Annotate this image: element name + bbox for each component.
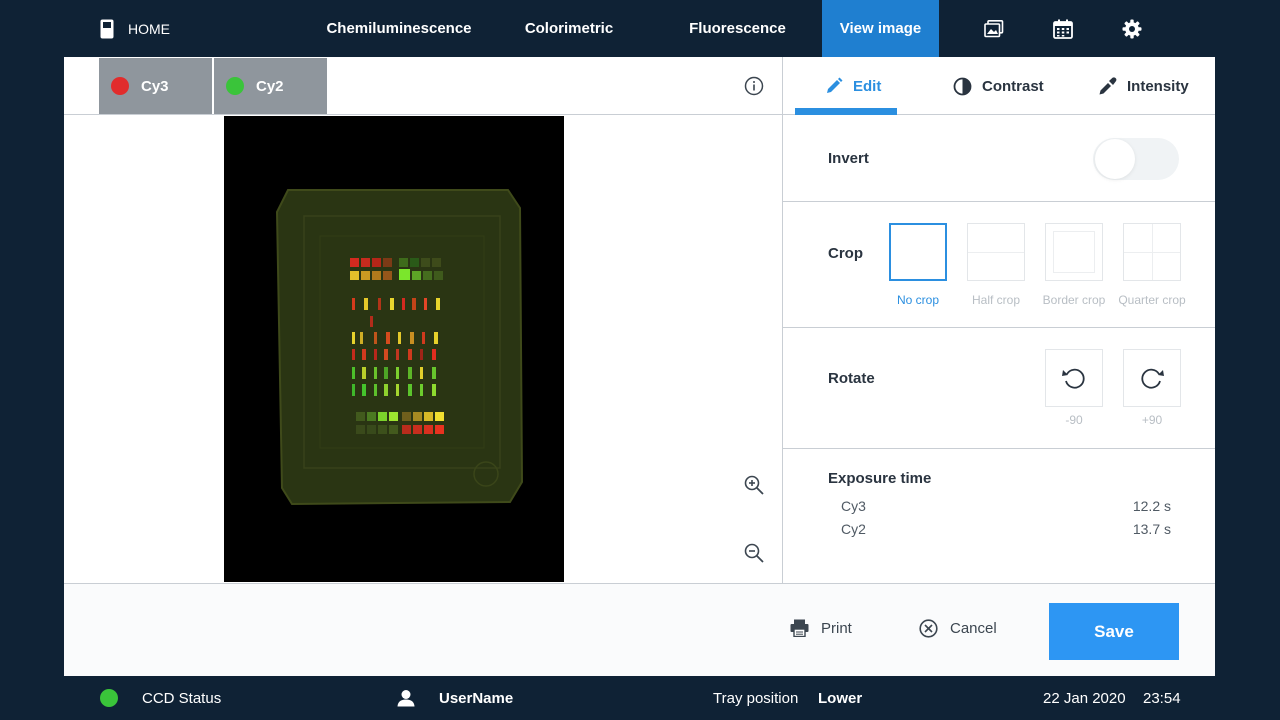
close-circle-icon (919, 619, 938, 638)
tab-contrast-label: Contrast (982, 77, 1044, 95)
print-label: Print (821, 619, 852, 637)
tab-chemiluminescence[interactable]: Chemiluminescence (318, 0, 480, 57)
main-panel: Cy3 Cy2 Edit Contrast Intensity Invert C… (64, 57, 1215, 676)
image-viewer (64, 116, 782, 583)
crop-option-border-crop[interactable]: Border crop (1034, 223, 1114, 307)
crop-option-no-crop[interactable]: No crop (878, 223, 958, 307)
tab-contrast[interactable]: Contrast (953, 57, 1044, 115)
rotate-left-label: -90 (1065, 413, 1083, 427)
exposure-value: 13.7 s (1132, 521, 1171, 537)
gel-image[interactable] (224, 116, 564, 582)
calendar-icon (1053, 19, 1073, 39)
cy2-color-dot (226, 77, 244, 95)
rotate-left-icon (1062, 368, 1085, 389)
print-button[interactable]: Print (790, 619, 852, 637)
channel-label: Cy2 (256, 77, 284, 95)
tab-fluorescence[interactable]: Fluorescence (680, 0, 795, 57)
rotate-right-icon (1141, 368, 1164, 389)
zoom-out-icon[interactable] (743, 542, 765, 564)
rotate-right-label: +90 (1141, 413, 1163, 427)
gallery-icon (984, 19, 1004, 37)
rotate-left-button[interactable]: -90 (1044, 349, 1104, 427)
exposure-value: 12.2 s (1132, 498, 1171, 514)
channel-cy2-button[interactable]: Cy2 (214, 58, 327, 114)
pencil-icon (827, 77, 843, 93)
top-navigation: HOME Chemiluminescence Colorimetric Fluo… (0, 0, 1280, 57)
crop-option-quarter-crop[interactable]: Quarter crop (1112, 223, 1192, 307)
crop-label: Crop (828, 245, 863, 262)
channel-cy3-button[interactable]: Cy3 (99, 58, 212, 114)
printer-icon (790, 619, 809, 637)
username: UserName (439, 689, 514, 707)
action-bar: Print Cancel Save (64, 583, 1215, 676)
calendar-button[interactable] (1043, 0, 1083, 57)
rotate-label: Rotate (828, 370, 875, 387)
invert-section: Invert (783, 116, 1215, 202)
tab-intensity[interactable]: Intensity (1098, 57, 1189, 115)
cancel-button[interactable]: Cancel (919, 619, 997, 638)
fluorescence-image (224, 116, 564, 582)
exposure-channel: Cy2 (841, 521, 866, 537)
gear-icon (1122, 19, 1142, 38)
crop-option-label: Quarter crop (1118, 293, 1186, 307)
status-time: 23:54 (1143, 689, 1181, 707)
channel-label: Cy3 (141, 77, 169, 95)
rotate-right-button[interactable]: +90 (1122, 349, 1182, 427)
exposure-row: Cy2 13.7 s (841, 521, 1171, 537)
home-button[interactable]: HOME (100, 0, 170, 57)
exposure-channel: Cy3 (841, 498, 866, 514)
ccd-status-led (100, 689, 118, 707)
tray-position-value: Lower (818, 689, 863, 707)
exposure-section: Exposure time Cy3 12.2 s Cy2 13.7 s (783, 449, 1215, 583)
ccd-status (100, 676, 118, 720)
settings-button[interactable] (1112, 0, 1152, 57)
tab-edit[interactable]: Edit (794, 57, 898, 115)
invert-toggle[interactable] (1093, 138, 1179, 180)
toggle-knob (1095, 139, 1135, 179)
save-button[interactable]: Save (1049, 603, 1179, 660)
invert-label: Invert (828, 150, 869, 167)
cy3-color-dot (111, 77, 129, 95)
no-crop-icon (889, 223, 947, 281)
status-bar: CCD Status UserName Tray position Lower … (0, 676, 1280, 720)
info-icon[interactable] (744, 76, 764, 96)
exposure-row: Cy3 12.2 s (841, 498, 1171, 514)
rotate-section: Rotate -90 +90 (783, 328, 1215, 449)
ccd-status-label: CCD Status (142, 689, 222, 707)
half-crop-icon (967, 223, 1025, 281)
status-date: 22 Jan 2020 (1043, 689, 1126, 707)
tab-edit-label: Edit (853, 77, 882, 95)
contrast-icon (953, 77, 972, 95)
crop-option-label: No crop (896, 293, 940, 307)
crop-option-half-crop[interactable]: Half crop (956, 223, 1036, 307)
tab-view-image[interactable]: View image (822, 0, 939, 57)
edit-tabs: Edit Contrast Intensity (783, 57, 1215, 115)
gallery-button[interactable] (974, 0, 1014, 57)
tab-colorimetric[interactable]: Colorimetric (510, 0, 628, 57)
quarter-crop-icon (1123, 223, 1181, 281)
tray-position-label: Tray position (713, 689, 799, 707)
exposure-label: Exposure time (828, 470, 932, 487)
device-icon (100, 19, 114, 38)
cancel-label: Cancel (950, 620, 997, 637)
channel-bar: Cy3 Cy2 (64, 57, 782, 115)
user-button[interactable] (397, 676, 415, 720)
crop-option-label: Half crop (971, 293, 1021, 307)
eyedropper-icon (1099, 76, 1117, 94)
border-crop-icon (1045, 223, 1103, 281)
user-icon (397, 690, 415, 707)
crop-option-label: Border crop (1042, 293, 1106, 307)
zoom-in-icon[interactable] (743, 474, 765, 496)
crop-section: Crop No crop Half crop Border crop Quart… (783, 202, 1215, 328)
tab-intensity-label: Intensity (1127, 77, 1189, 95)
home-label: HOME (128, 20, 170, 37)
